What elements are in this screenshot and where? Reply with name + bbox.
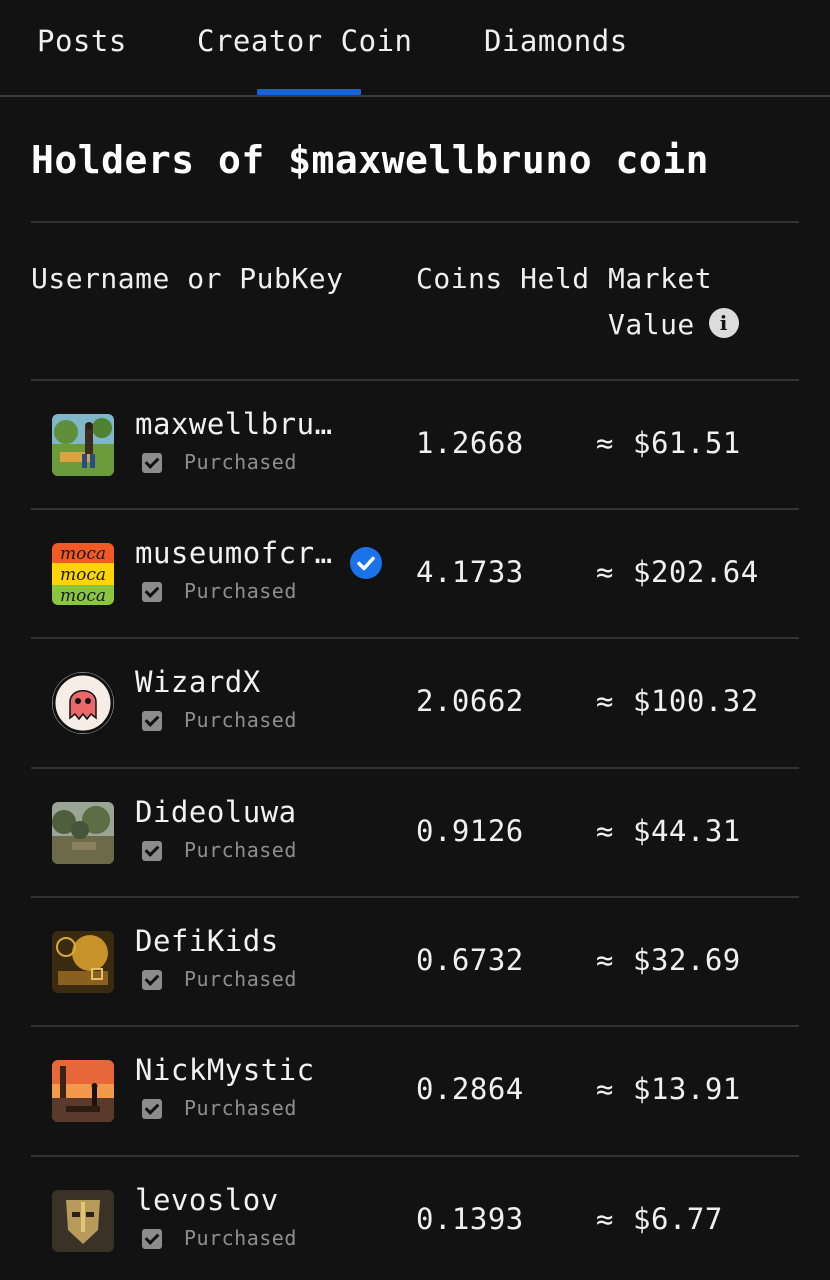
column-header-market-value-line2: Value — [608, 308, 695, 341]
holder-username[interactable]: WizardX — [135, 665, 261, 699]
holder-status: Purchased — [184, 450, 297, 474]
holder-coins-held: 0.1393 — [416, 1202, 524, 1236]
holder-coins-held: 2.0662 — [416, 684, 524, 718]
holder-status: Purchased — [184, 1096, 297, 1120]
active-tab-indicator — [257, 89, 361, 95]
holder-status: Purchased — [184, 579, 297, 603]
holder-coins-held: 4.1733 — [416, 555, 524, 589]
holder-row[interactable]: DefiKids Purchased 0.6732 ≈ $32.69 — [0, 898, 830, 1027]
holder-username[interactable]: Dideoluwa — [135, 795, 297, 829]
holder-coins-held: 0.9126 — [416, 814, 524, 848]
approx-symbol: ≈ — [596, 426, 614, 460]
approx-symbol: ≈ — [596, 943, 614, 977]
holder-coins-held: 0.2864 — [416, 1072, 524, 1106]
purchased-checkbox-icon — [142, 582, 162, 602]
holder-username[interactable]: levoslov — [135, 1183, 279, 1217]
tab-diamonds[interactable]: Diamonds — [484, 24, 628, 58]
holder-market-value: $13.91 — [633, 1072, 741, 1106]
ghost-logo-icon[interactable] — [52, 672, 114, 734]
holder-market-value: $61.51 — [633, 426, 741, 460]
holder-row[interactable]: Dideoluwa Purchased 0.9126 ≈ $44.31 — [0, 769, 830, 898]
tab-bar: Posts Creator Coin Diamonds — [0, 0, 830, 97]
approx-symbol: ≈ — [596, 814, 614, 848]
verified-badge-icon — [350, 547, 382, 579]
column-header-username: Username or PubKey — [31, 262, 344, 295]
purchased-checkbox-icon — [142, 453, 162, 473]
holder-row[interactable]: levoslov Purchased 0.1393 ≈ $6.77 — [0, 1157, 830, 1280]
holder-row[interactable]: NickMystic Purchased 0.2864 ≈ $13.91 — [0, 1027, 830, 1156]
holder-market-value: $32.69 — [633, 943, 741, 977]
info-icon[interactable]: i — [708, 308, 739, 338]
holder-market-value: $6.77 — [633, 1202, 723, 1236]
holder-username[interactable]: maxwellbru… — [135, 407, 333, 441]
approx-symbol: ≈ — [596, 1202, 614, 1236]
column-header-coins-held: Coins Held — [416, 262, 590, 295]
holder-market-value: $44.31 — [633, 814, 741, 848]
sunset-artwork-icon[interactable] — [52, 1060, 114, 1122]
holder-market-value: $100.32 — [633, 684, 759, 718]
holder-username[interactable]: DefiKids — [135, 924, 279, 958]
holder-market-value: $202.64 — [633, 555, 759, 589]
holder-status: Purchased — [184, 967, 297, 991]
holder-status: Purchased — [184, 708, 297, 732]
column-header-market-value-line1: Market — [608, 262, 713, 295]
purchased-checkbox-icon — [142, 1099, 162, 1119]
moca-logo-icon[interactable]: moca moca moca — [52, 543, 114, 605]
holder-row[interactable]: WizardX Purchased 2.0662 ≈ $100.32 — [0, 639, 830, 768]
mask-portrait-icon[interactable] — [52, 1190, 114, 1252]
purchased-checkbox-icon — [142, 1229, 162, 1249]
photo-landscape-icon[interactable] — [52, 802, 114, 864]
holder-coins-held: 0.6732 — [416, 943, 524, 977]
page-title: Holders of $maxwellbruno coin — [31, 138, 709, 182]
svg-text:moca: moca — [60, 544, 106, 564]
holder-username[interactable]: NickMystic — [135, 1053, 315, 1087]
svg-text:moca: moca — [60, 586, 106, 605]
purchased-checkbox-icon — [142, 841, 162, 861]
tab-creator-coin[interactable]: Creator Coin — [197, 24, 413, 58]
holder-row[interactable]: maxwellbru… Purchased 1.2668 ≈ $61.51 — [0, 381, 830, 510]
tab-posts[interactable]: Posts — [37, 24, 127, 58]
gold-artwork-icon[interactable] — [52, 931, 114, 993]
divider — [31, 221, 799, 223]
approx-symbol: ≈ — [596, 555, 614, 589]
approx-symbol: ≈ — [596, 1072, 614, 1106]
holder-status: Purchased — [184, 1226, 297, 1250]
svg-text:moca: moca — [60, 565, 106, 585]
purchased-checkbox-icon — [142, 970, 162, 990]
holder-status: Purchased — [184, 838, 297, 862]
holder-username[interactable]: museumofcr… — [135, 536, 333, 570]
photo-guitar-icon[interactable] — [52, 414, 114, 476]
column-header-market-value: Market Value i — [608, 256, 739, 348]
approx-symbol: ≈ — [596, 684, 614, 718]
holder-coins-held: 1.2668 — [416, 426, 524, 460]
holder-row[interactable]: moca moca moca museumofcr… Purchased 4.1… — [0, 510, 830, 639]
purchased-checkbox-icon — [142, 711, 162, 731]
